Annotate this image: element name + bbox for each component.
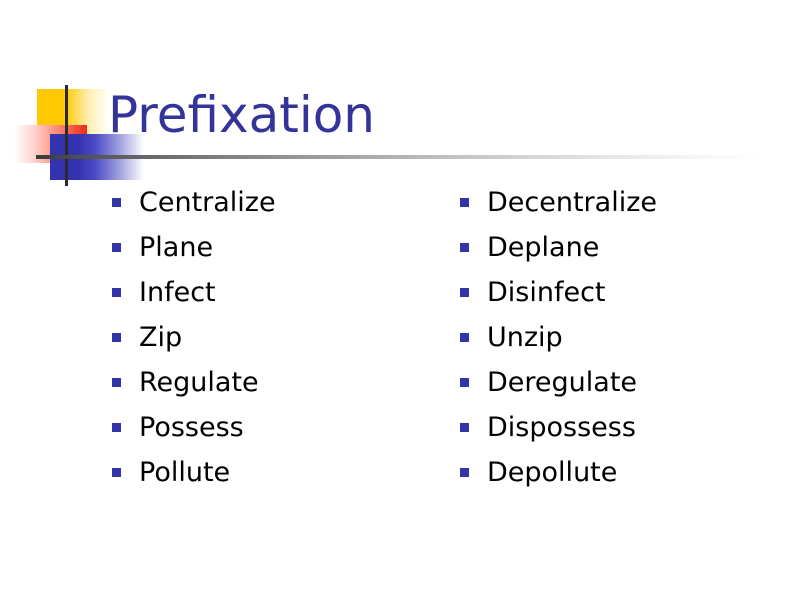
list-item: Regulate <box>112 360 442 405</box>
square-bullet-icon <box>460 333 469 342</box>
list-item: Dispossess <box>460 405 790 450</box>
list-item: Zip <box>112 315 442 360</box>
list-item: Deplane <box>460 225 790 270</box>
list-item: Pollute <box>112 450 442 495</box>
list-item-label: Plane <box>139 234 213 261</box>
bullet-column-base-words: Centralize Plane Infect Zip Regulate Pos… <box>112 180 442 495</box>
square-bullet-icon <box>112 333 121 342</box>
square-bullet-icon <box>112 198 121 207</box>
list-item: Possess <box>112 405 442 450</box>
square-bullet-icon <box>460 423 469 432</box>
list-item: Unzip <box>460 315 790 360</box>
list-item: Centralize <box>112 180 442 225</box>
square-bullet-icon <box>112 288 121 297</box>
list-item: Decentralize <box>460 180 790 225</box>
list-item: Plane <box>112 225 442 270</box>
list-item-label: Regulate <box>139 369 259 396</box>
list-item-label: Pollute <box>139 459 230 486</box>
vertical-rule-decoration <box>65 85 68 186</box>
list-item-label: Zip <box>139 324 182 351</box>
square-bullet-icon <box>460 288 469 297</box>
red-square-decoration <box>14 125 87 163</box>
list-item-label: Deplane <box>487 234 599 261</box>
square-bullet-icon <box>460 198 469 207</box>
list-item-label: Centralize <box>139 189 276 216</box>
list-item: Disinfect <box>460 270 790 315</box>
list-item: Deregulate <box>460 360 790 405</box>
square-bullet-icon <box>112 468 121 477</box>
list-item-label: Deregulate <box>487 369 637 396</box>
list-item: Depollute <box>460 450 790 495</box>
list-item-label: Unzip <box>487 324 563 351</box>
list-item-label: Dispossess <box>487 414 636 441</box>
list-item-label: Disinfect <box>487 279 606 306</box>
square-bullet-icon <box>460 378 469 387</box>
page-title: Prefixation <box>108 90 375 140</box>
square-bullet-icon <box>112 423 121 432</box>
horizontal-rule-decoration <box>36 155 760 159</box>
square-bullet-icon <box>112 378 121 387</box>
square-bullet-icon <box>460 468 469 477</box>
list-item-label: Possess <box>139 414 244 441</box>
bullet-columns-container: Centralize Plane Infect Zip Regulate Pos… <box>0 180 800 510</box>
presentation-slide: Prefixation Centralize Plane Infect Zip … <box>0 0 800 600</box>
yellow-square-decoration <box>37 89 110 135</box>
list-item-label: Decentralize <box>487 189 657 216</box>
list-item-label: Infect <box>139 279 216 306</box>
square-bullet-icon <box>112 243 121 252</box>
square-bullet-icon <box>460 243 469 252</box>
list-item: Infect <box>112 270 442 315</box>
bullet-column-prefixed-words: Decentralize Deplane Disinfect Unzip Der… <box>460 180 790 495</box>
list-item-label: Depollute <box>487 459 617 486</box>
